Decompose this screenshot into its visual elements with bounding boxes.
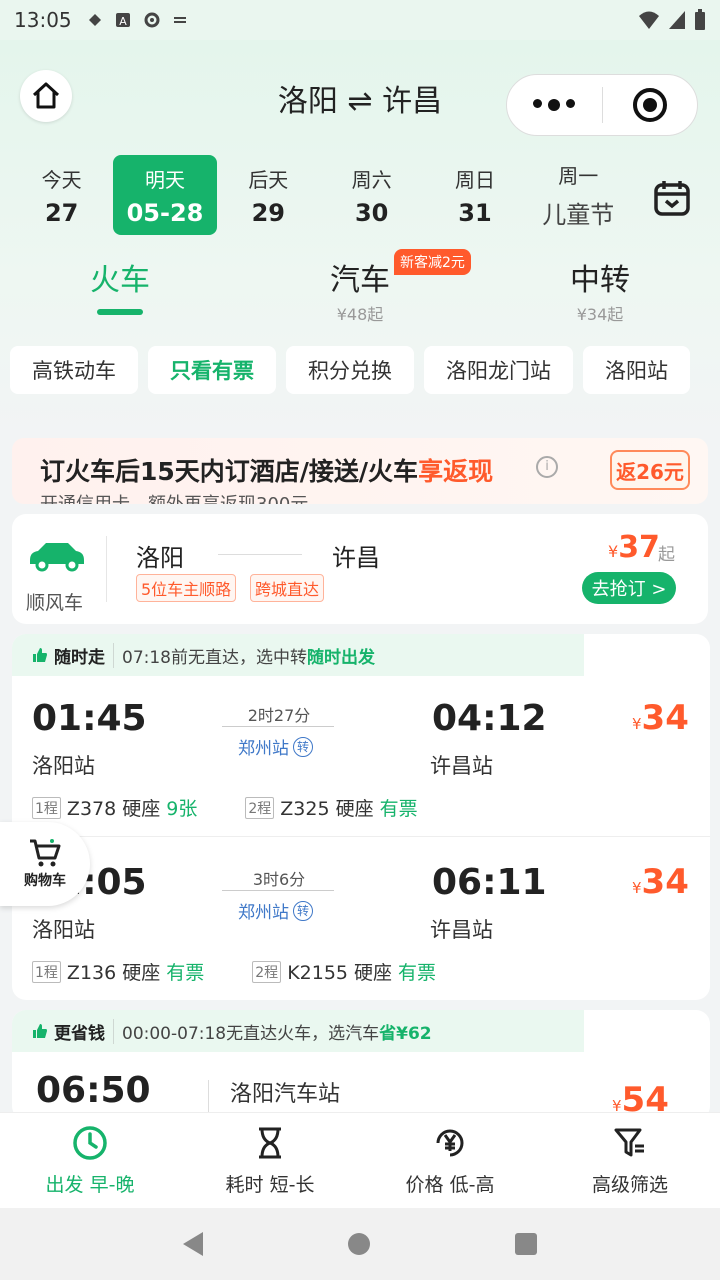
date-selector: 今天 27 明天 05-28 后天 29 周六 30 周日 31 周一 儿童节 <box>10 155 630 235</box>
shopping-cart-button[interactable]: 购物车 <box>0 822 90 906</box>
duration: 3时6分 <box>252 870 306 889</box>
rideshare-label: 顺风车 <box>26 592 84 614</box>
hourglass-icon <box>259 1127 281 1159</box>
train-price: ¥34 <box>632 698 689 738</box>
rebate-badge: 返26元 <box>610 450 690 490</box>
nav-back-icon[interactable] <box>182 1232 203 1256</box>
ride-tag-direct: 跨城直达 <box>250 574 325 602</box>
transfer-trains-card: 随时走 07:18前无直达，选中转 随时出发 01:45 洛阳站 2时27分 郑州… <box>12 634 710 1000</box>
app-a-icon: A <box>115 13 130 28</box>
ride-price: ¥37 <box>608 530 660 565</box>
nav-home-icon[interactable] <box>347 1233 370 1255</box>
advanced-filter[interactable]: 高级筛选 <box>540 1113 720 1208</box>
calendar-icon[interactable] <box>650 176 694 220</box>
filter-longmen-station[interactable]: 洛阳龙门站 <box>424 346 573 394</box>
ride-to: 许昌 <box>332 544 380 572</box>
cashback-banner[interactable]: 订火车后15天内订酒店/接送/火车享返现 i 返26元 开通信用卡，额外再享返现… <box>12 438 708 504</box>
ride-tag-drivers: 5位车主顺路 <box>136 574 237 602</box>
departure-station: 洛阳站 <box>32 754 95 778</box>
close-button[interactable] <box>602 88 697 122</box>
filter-luoyang-station[interactable]: 洛阳站 <box>583 346 690 394</box>
tab-transfer[interactable]: 中转 ¥34起 <box>560 255 640 325</box>
arrival-station: 许昌站 <box>430 754 493 778</box>
transfer-station: 郑州站转 <box>238 898 313 923</box>
date-today[interactable]: 今天 27 <box>10 155 113 235</box>
section-header-anytime: 随时走 07:18前无直达，选中转 随时出发 <box>12 634 584 676</box>
date-day-after[interactable]: 后天 29 <box>217 155 320 235</box>
date-tomorrow[interactable]: 明天 05-28 <box>113 155 217 235</box>
car-icon <box>30 543 84 572</box>
train-price: ¥34 <box>632 862 689 902</box>
system-nav-bar <box>0 1208 720 1280</box>
route-title[interactable]: 洛阳 ⇌ 许昌 <box>220 76 500 120</box>
filter-high-speed[interactable]: 高铁动车 <box>10 346 138 394</box>
vpn-icon <box>173 17 186 23</box>
signal-icon <box>669 11 685 29</box>
date-monday[interactable]: 周一 儿童节 <box>527 155 630 235</box>
svg-text:A: A <box>119 15 127 28</box>
close-target-icon <box>632 88 667 122</box>
promo-subtitle: 开通信用卡，额外再享返现300元 <box>40 490 308 504</box>
departure-time: 01:45 <box>32 698 147 739</box>
home-icon <box>32 82 60 109</box>
cart-icon <box>30 839 61 867</box>
yuan-icon <box>436 1129 464 1157</box>
sort-duration[interactable]: 耗时 短-长 <box>180 1113 360 1208</box>
sort-departure[interactable]: 出发 早-晚 <box>0 1113 180 1208</box>
new-customer-badge: 新客减2元 <box>394 249 471 275</box>
notification-icon <box>88 14 101 26</box>
arrival-station: 许昌站 <box>430 918 493 942</box>
bus-departure-time: 06:50 <box>36 1070 151 1111</box>
transfer-mark-icon: 转 <box>293 736 313 757</box>
bus-station: 洛阳汽车站 <box>230 1082 341 1107</box>
tab-bus[interactable]: 汽车 ¥48起 <box>320 255 400 325</box>
filter-points-redeem[interactable]: 积分兑换 <box>286 346 414 394</box>
rideshare-card[interactable]: 顺风车 洛阳 许昌 5位车主顺路 跨城直达 ¥37 起 去抢订 > <box>12 514 708 624</box>
departure-station: 洛阳站 <box>32 918 95 942</box>
leg-1: 1程 Z136 硬座 有票 <box>32 958 204 985</box>
arrival-time: 04:12 <box>432 698 547 739</box>
status-bar: 13:05 A <box>0 0 720 40</box>
nav-recents-icon[interactable] <box>515 1233 538 1255</box>
section-header-save-money: 更省钱 00:00-07:18无直达火车，选汽车 省¥62 <box>12 1010 584 1052</box>
settings-icon <box>144 12 160 28</box>
sort-price[interactable]: 价格 低-高 <box>360 1113 540 1208</box>
home-button[interactable] <box>20 70 72 122</box>
thumbs-up-icon <box>33 648 47 662</box>
status-time: 13:05 <box>14 8 72 32</box>
leg-2: 2程 K2155 硬座 有票 <box>252 958 436 985</box>
tab-train[interactable]: 火车 <box>80 255 160 315</box>
transfer-mark-icon: 转 <box>293 900 313 921</box>
mini-program-capsule <box>506 74 698 136</box>
duration: 2时27分 <box>247 706 311 725</box>
filter-icon <box>614 1128 644 1157</box>
leg-1: 1程 Z378 硬座 9张 <box>32 794 197 821</box>
more-button[interactable] <box>507 99 602 111</box>
thumbs-up-icon <box>33 1024 47 1038</box>
active-tab-indicator <box>97 309 143 315</box>
arrival-time: 06:11 <box>432 862 547 903</box>
transfer-station: 郑州站转 <box>238 734 313 759</box>
grab-order-button[interactable]: 去抢订 > <box>582 572 676 604</box>
filter-available-only[interactable]: 只看有票 <box>148 346 276 394</box>
ride-from: 洛阳 <box>136 544 184 572</box>
filter-chips: 高铁动车 只看有票 积分兑换 洛阳龙门站 洛阳站 <box>10 346 720 394</box>
wifi-icon <box>639 11 659 29</box>
train-row[interactable]: 02:05 洛阳站 3时6分 郑州站转 06:11 许昌站 ¥34 1程 Z136… <box>12 840 710 1000</box>
info-icon[interactable]: i <box>536 456 558 478</box>
transport-mode-tabs: 火车 汽车 ¥48起 中转 ¥34起 <box>0 255 720 325</box>
leg-2: 2程 Z325 硬座 有票 <box>245 794 418 821</box>
train-row[interactable]: 01:45 洛阳站 2时27分 郑州站转 04:12 许昌站 ¥34 1程 Z37… <box>12 676 710 840</box>
battery-icon <box>695 9 705 30</box>
bus-option-card[interactable]: 更省钱 00:00-07:18无直达火车，选汽车 省¥62 06:50 洛阳汽车站… <box>12 1010 710 1120</box>
clock-icon <box>73 1126 107 1160</box>
date-sunday[interactable]: 周日 31 <box>423 155 526 235</box>
sort-bar: 出发 早-晚 耗时 短-长 价格 低-高 高级筛选 <box>0 1112 720 1208</box>
date-saturday[interactable]: 周六 30 <box>320 155 423 235</box>
